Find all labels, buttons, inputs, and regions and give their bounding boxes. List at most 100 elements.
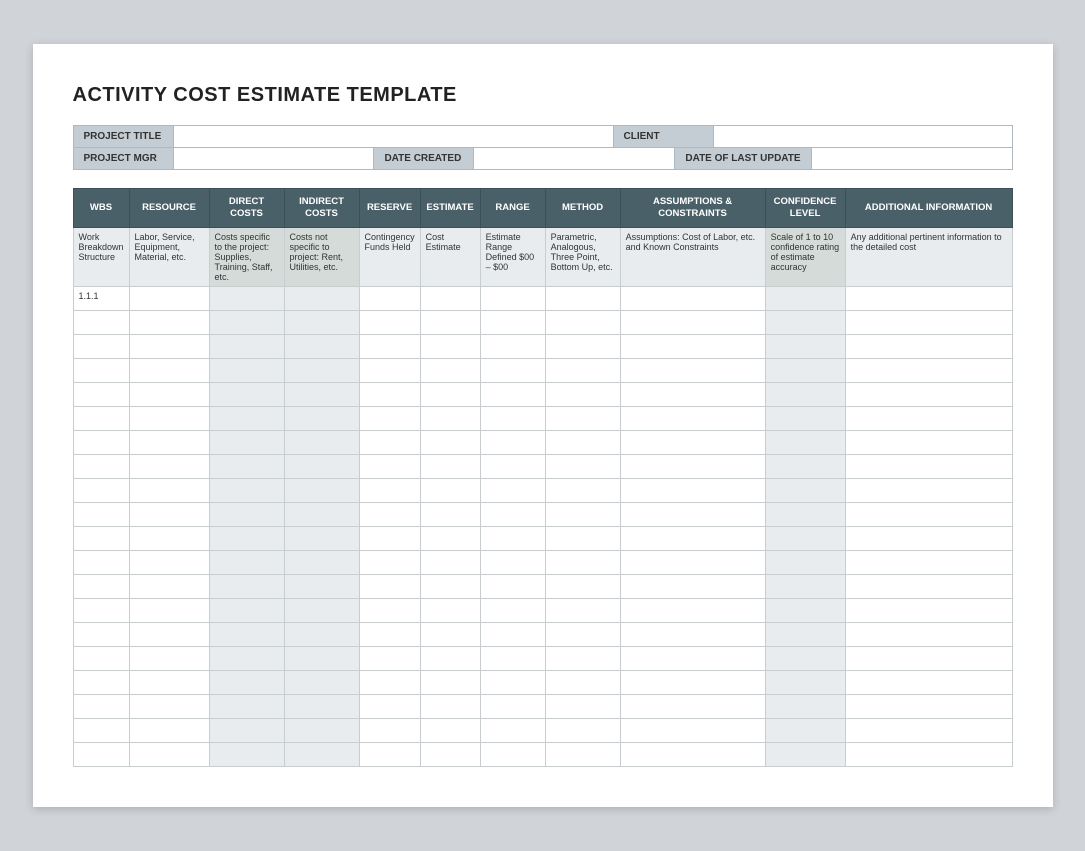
cell-direct_costs[interactable] <box>209 455 284 479</box>
cell-wbs[interactable] <box>73 623 129 647</box>
cell-wbs[interactable] <box>73 671 129 695</box>
cell-assumptions[interactable] <box>620 527 765 551</box>
cell-estimate[interactable] <box>420 527 480 551</box>
cell-indirect_costs[interactable] <box>284 407 359 431</box>
cell-estimate[interactable] <box>420 383 480 407</box>
cell-direct_costs[interactable] <box>209 287 284 311</box>
cell-resource[interactable] <box>129 743 209 767</box>
cell-resource[interactable] <box>129 383 209 407</box>
cell-additional[interactable] <box>845 431 1012 455</box>
cell-confidence[interactable] <box>765 647 845 671</box>
cell-confidence[interactable] <box>765 575 845 599</box>
cell-additional[interactable] <box>845 335 1012 359</box>
cell-resource[interactable] <box>129 671 209 695</box>
cell-assumptions[interactable] <box>620 359 765 383</box>
cell-range[interactable] <box>480 623 545 647</box>
cell-additional[interactable] <box>845 575 1012 599</box>
cell-estimate[interactable] <box>420 575 480 599</box>
cell-indirect_costs[interactable] <box>284 575 359 599</box>
cell-reserve[interactable] <box>359 551 420 575</box>
cell-additional[interactable] <box>845 623 1012 647</box>
cell-resource[interactable] <box>129 575 209 599</box>
cell-estimate[interactable] <box>420 695 480 719</box>
cell-wbs[interactable] <box>73 527 129 551</box>
cell-confidence[interactable] <box>765 455 845 479</box>
cell-additional[interactable] <box>845 647 1012 671</box>
cell-wbs[interactable] <box>73 431 129 455</box>
cell-indirect_costs[interactable] <box>284 431 359 455</box>
cell-method[interactable] <box>545 431 620 455</box>
cell-wbs[interactable] <box>73 551 129 575</box>
cell-resource[interactable] <box>129 623 209 647</box>
cell-wbs[interactable] <box>73 335 129 359</box>
cell-range[interactable] <box>480 287 545 311</box>
cell-resource[interactable] <box>129 695 209 719</box>
cell-additional[interactable] <box>845 311 1012 335</box>
cell-range[interactable] <box>480 671 545 695</box>
cell-range[interactable] <box>480 407 545 431</box>
cell-assumptions[interactable] <box>620 407 765 431</box>
cell-method[interactable] <box>545 311 620 335</box>
cell-direct_costs[interactable] <box>209 743 284 767</box>
cell-indirect_costs[interactable] <box>284 383 359 407</box>
cell-method[interactable] <box>545 359 620 383</box>
cell-confidence[interactable] <box>765 359 845 383</box>
cell-range[interactable] <box>480 647 545 671</box>
cell-reserve[interactable] <box>359 359 420 383</box>
cell-indirect_costs[interactable] <box>284 311 359 335</box>
cell-confidence[interactable] <box>765 527 845 551</box>
cell-reserve[interactable] <box>359 527 420 551</box>
cell-resource[interactable] <box>129 431 209 455</box>
cell-method[interactable] <box>545 383 620 407</box>
cell-direct_costs[interactable] <box>209 527 284 551</box>
cell-additional[interactable] <box>845 287 1012 311</box>
cell-assumptions[interactable] <box>620 383 765 407</box>
cell-resource[interactable] <box>129 479 209 503</box>
cell-wbs[interactable] <box>73 719 129 743</box>
project-mgr-value[interactable] <box>174 148 375 169</box>
cell-indirect_costs[interactable] <box>284 671 359 695</box>
cell-range[interactable] <box>480 551 545 575</box>
cell-direct_costs[interactable] <box>209 551 284 575</box>
cell-resource[interactable] <box>129 503 209 527</box>
cell-confidence[interactable] <box>765 599 845 623</box>
cell-reserve[interactable] <box>359 503 420 527</box>
cell-method[interactable] <box>545 503 620 527</box>
cell-range[interactable] <box>480 455 545 479</box>
cell-reserve[interactable] <box>359 623 420 647</box>
date-created-value[interactable] <box>474 148 675 169</box>
cell-wbs[interactable] <box>73 599 129 623</box>
cell-additional[interactable] <box>845 359 1012 383</box>
cell-indirect_costs[interactable] <box>284 335 359 359</box>
cell-indirect_costs[interactable] <box>284 599 359 623</box>
cell-method[interactable] <box>545 455 620 479</box>
cell-assumptions[interactable] <box>620 455 765 479</box>
cell-confidence[interactable] <box>765 503 845 527</box>
cell-reserve[interactable] <box>359 479 420 503</box>
cell-resource[interactable] <box>129 551 209 575</box>
cell-estimate[interactable] <box>420 647 480 671</box>
cell-reserve[interactable] <box>359 575 420 599</box>
date-last-update-value[interactable] <box>812 148 1012 169</box>
cell-assumptions[interactable] <box>620 743 765 767</box>
cell-direct_costs[interactable] <box>209 719 284 743</box>
cell-assumptions[interactable] <box>620 311 765 335</box>
cell-method[interactable] <box>545 575 620 599</box>
cell-wbs[interactable] <box>73 647 129 671</box>
cell-confidence[interactable] <box>765 383 845 407</box>
cell-assumptions[interactable] <box>620 719 765 743</box>
cell-estimate[interactable] <box>420 311 480 335</box>
cell-range[interactable] <box>480 311 545 335</box>
cell-assumptions[interactable] <box>620 623 765 647</box>
cell-confidence[interactable] <box>765 623 845 647</box>
cell-resource[interactable] <box>129 359 209 383</box>
cell-wbs[interactable] <box>73 503 129 527</box>
cell-method[interactable] <box>545 623 620 647</box>
cell-reserve[interactable] <box>359 431 420 455</box>
cell-assumptions[interactable] <box>620 671 765 695</box>
cell-method[interactable] <box>545 287 620 311</box>
cell-estimate[interactable] <box>420 671 480 695</box>
cell-wbs[interactable] <box>73 479 129 503</box>
cell-estimate[interactable] <box>420 359 480 383</box>
cell-estimate[interactable] <box>420 407 480 431</box>
